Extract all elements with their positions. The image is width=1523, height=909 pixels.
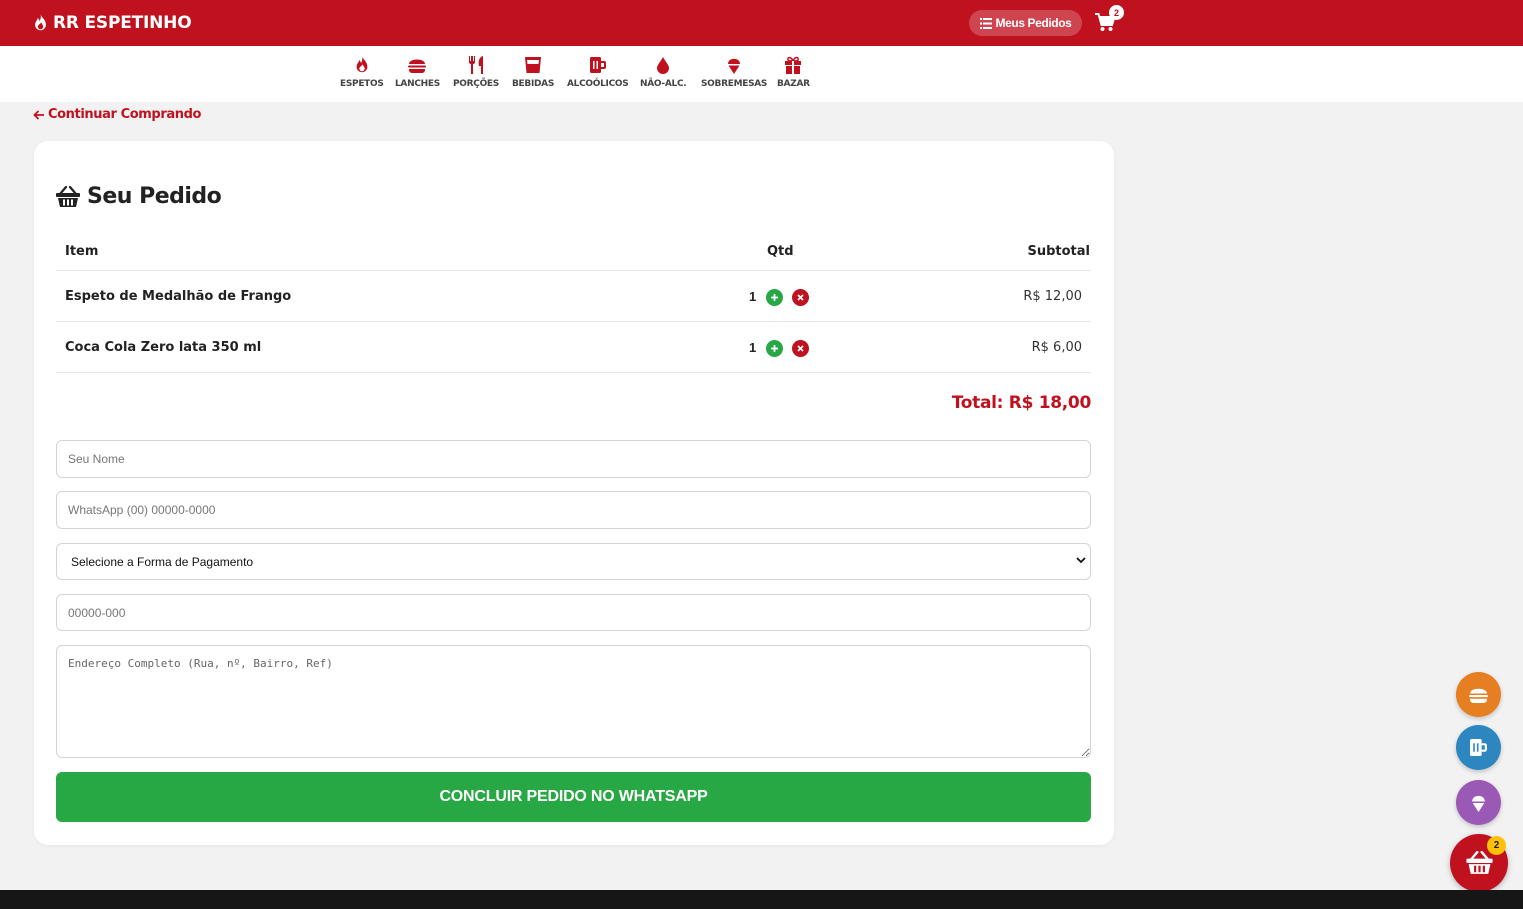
category-bazar[interactable]: BAZAR	[777, 56, 810, 89]
category-label: LANCHES	[395, 79, 440, 89]
column-header-subtotal: Subtotal	[1027, 244, 1090, 259]
drop-icon	[657, 57, 670, 74]
submit-order-button[interactable]: CONCLUIR PEDIDO NO WHATSAPP	[56, 772, 1091, 822]
item-name: Espeto de Medalhão de Frango	[65, 289, 292, 304]
remove-item-button[interactable]	[792, 340, 809, 357]
category-label: ALCOÓLICOS	[567, 79, 629, 89]
beer-mug-icon	[1470, 739, 1487, 756]
address-textarea[interactable]	[56, 645, 1091, 758]
floating-alcoolicos-button[interactable]	[1456, 725, 1501, 770]
category-lanches[interactable]: LANCHES	[395, 56, 440, 89]
category-label: ESPETOS	[340, 79, 384, 89]
brand-name: RR ESPETINHO	[53, 13, 192, 33]
category-alcoolicos[interactable]: ALCOÓLICOS	[567, 56, 629, 89]
list-icon	[979, 17, 992, 29]
my-orders-button[interactable]: Meus Pedidos	[969, 10, 1082, 36]
category-label: NÃO-ALC.	[640, 79, 687, 89]
column-header-item: Item	[65, 244, 99, 259]
close-icon	[797, 345, 804, 352]
column-header-qty: Qtd	[767, 244, 794, 259]
floating-cart-button[interactable]: 2	[1450, 834, 1508, 892]
floating-sobremesas-button[interactable]	[1456, 780, 1501, 825]
name-input[interactable]	[56, 440, 1091, 478]
remove-item-button[interactable]	[792, 289, 809, 306]
utensils-icon	[468, 56, 483, 74]
page-title: Seu Pedido	[56, 184, 222, 209]
category-label: PORÇÕES	[453, 79, 499, 89]
fire-icon	[35, 14, 46, 31]
glass-icon	[525, 57, 542, 73]
ice-cream-icon	[1472, 795, 1485, 812]
cart-count-badge: 2	[1487, 836, 1506, 855]
payment-method-select[interactable]: Selecione a Forma de Pagamento	[56, 543, 1091, 580]
cep-input[interactable]	[56, 594, 1091, 631]
order-total: Total: R$ 18,00	[951, 393, 1092, 413]
plus-icon	[771, 345, 778, 352]
divider	[56, 321, 1091, 322]
ice-cream-icon	[728, 58, 741, 74]
continue-shopping-label: Continuar Comprando	[48, 107, 202, 122]
increase-qty-button[interactable]	[766, 340, 783, 357]
whatsapp-input[interactable]	[56, 491, 1091, 529]
top-navbar: RR ESPETINHO Meus Pedidos 2	[0, 0, 1523, 46]
divider	[56, 372, 1091, 373]
floating-lanches-button[interactable]	[1456, 672, 1501, 717]
item-qty: 1	[749, 289, 757, 304]
close-icon	[797, 294, 804, 301]
fire-icon	[356, 56, 368, 73]
header-cart-button[interactable]: 2	[1095, 5, 1124, 33]
category-label: SOBREMESAS	[701, 79, 768, 89]
category-nao-alcoolicos[interactable]: NÃO-ALC.	[640, 56, 687, 89]
divider	[56, 270, 1091, 271]
submit-label: CONCLUIR PEDIDO NO WHATSAPP	[439, 788, 708, 805]
arrow-left-icon	[33, 109, 44, 120]
page-footer	[0, 890, 1523, 909]
brand-logo[interactable]: RR ESPETINHO	[33, 13, 192, 33]
category-porcoes[interactable]: PORÇÕES	[453, 56, 499, 89]
my-orders-label: Meus Pedidos	[995, 16, 1072, 30]
category-bar: ESPETOS LANCHES PORÇÕES BEBIDAS ALCOÓLIC…	[0, 46, 1523, 102]
basket-icon	[56, 185, 80, 207]
burger-icon	[1469, 688, 1488, 703]
item-name: Coca Cola Zero lata 350 ml	[65, 340, 262, 355]
category-sobremesas[interactable]: SOBREMESAS	[701, 56, 767, 89]
burger-icon	[408, 59, 427, 73]
basket-icon	[1465, 851, 1493, 874]
gift-icon	[785, 56, 802, 74]
continue-shopping-link[interactable]: Continuar Comprando	[33, 107, 201, 122]
category-label: BEBIDAS	[512, 79, 555, 89]
order-card: Seu Pedido Item Qtd Subtotal Espeto de M…	[34, 141, 1114, 845]
cart-count-badge: 2	[1109, 5, 1124, 20]
item-subtotal: R$ 12,00	[1023, 289, 1082, 304]
plus-icon	[771, 294, 778, 301]
category-label: BAZAR	[777, 79, 810, 89]
category-bebidas[interactable]: BEBIDAS	[512, 56, 554, 89]
beer-mug-icon	[589, 57, 606, 73]
item-subtotal: R$ 6,00	[1031, 340, 1082, 355]
category-espetos[interactable]: ESPETOS	[340, 56, 384, 89]
title-text: Seu Pedido	[87, 184, 222, 209]
increase-qty-button[interactable]	[766, 289, 783, 306]
item-qty: 1	[749, 340, 757, 355]
